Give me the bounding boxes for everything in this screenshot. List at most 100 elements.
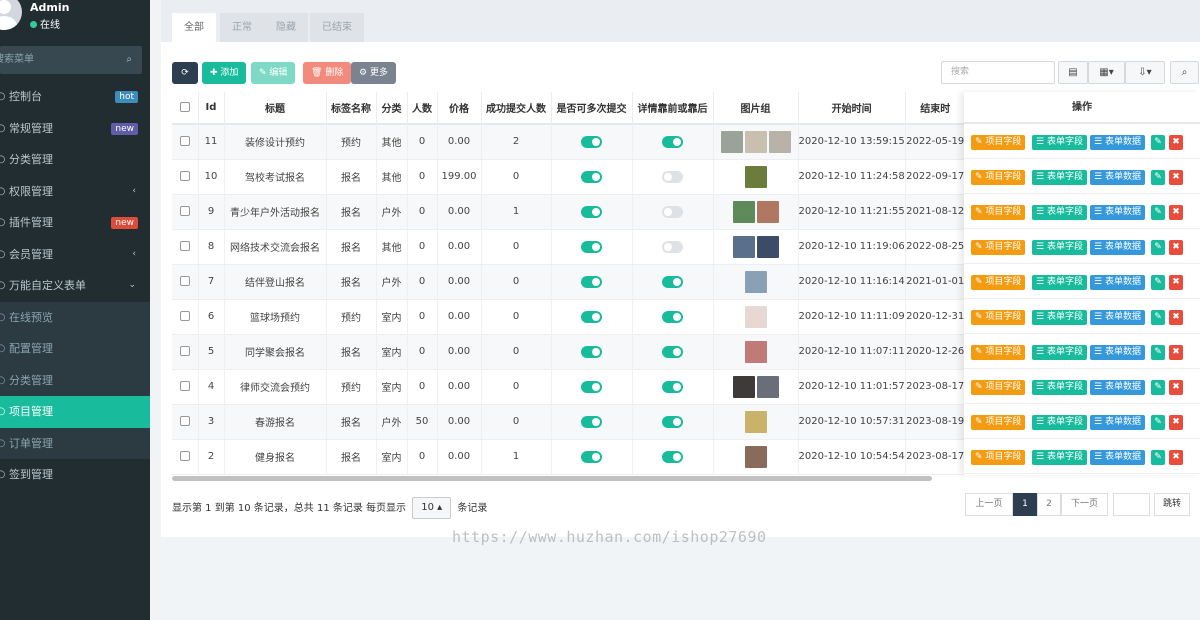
- page-1-button[interactable]: 1: [1013, 493, 1037, 516]
- row-edit-button[interactable]: ✎: [1151, 345, 1165, 360]
- cell-multi[interactable]: [551, 124, 633, 160]
- checkbox[interactable]: [179, 171, 190, 181]
- sidebar-item-10[interactable]: ○ 项目管理: [0, 396, 150, 428]
- image-thumbnail[interactable]: [732, 375, 755, 398]
- column-header[interactable]: 标题: [224, 92, 327, 125]
- form-fields-button[interactable]: ☰ 表单字段: [1032, 240, 1087, 255]
- multi-submit-toggle[interactable]: [581, 450, 602, 463]
- sidebar-item-9[interactable]: ○ 分类管理: [0, 364, 150, 396]
- row-edit-button[interactable]: ✎: [1151, 310, 1165, 325]
- next-page-button[interactable]: 下一页: [1061, 493, 1108, 516]
- column-header[interactable]: 结束时: [905, 92, 966, 125]
- sidebar-item-6[interactable]: ○ 万能自定义表单 ⌄: [0, 270, 150, 302]
- multi-submit-toggle[interactable]: [581, 345, 602, 358]
- select-all-checkbox[interactable]: [172, 92, 199, 125]
- row-checkbox-cell[interactable]: [172, 264, 199, 300]
- row-delete-button[interactable]: ✖: [1169, 170, 1183, 185]
- export-button[interactable]: ⇩▾: [1125, 61, 1165, 84]
- checkbox[interactable]: [179, 102, 190, 112]
- row-edit-button[interactable]: ✎: [1151, 135, 1165, 150]
- multi-submit-toggle[interactable]: [581, 310, 602, 323]
- search-icon[interactable]: ⌕: [126, 46, 132, 74]
- row-delete-button[interactable]: ✖: [1169, 450, 1183, 465]
- horizontal-scrollbar[interactable]: [172, 476, 932, 481]
- checkbox[interactable]: [179, 241, 190, 251]
- form-data-button[interactable]: ☰ 表单数据: [1090, 310, 1145, 325]
- cell-multi[interactable]: [551, 229, 633, 265]
- cell-multi[interactable]: [551, 264, 633, 300]
- cell-multi[interactable]: [551, 334, 633, 370]
- image-thumbnail[interactable]: [768, 130, 791, 153]
- table-row[interactable]: 8 网络技术交流会报名 报名 其他 0 0.00 0 2020-12-10 11:19:06 2…: [172, 229, 967, 265]
- toggle-view-button[interactable]: ▤: [1058, 61, 1088, 84]
- cell-front[interactable]: [632, 229, 714, 265]
- form-data-button[interactable]: ☰ 表单数据: [1090, 415, 1145, 430]
- multi-submit-toggle[interactable]: [581, 240, 602, 253]
- image-thumbnail[interactable]: [744, 165, 767, 188]
- row-edit-button[interactable]: ✎: [1151, 275, 1165, 290]
- cell-multi[interactable]: [551, 194, 633, 230]
- column-header[interactable]: 开始时间: [798, 92, 906, 125]
- detail-position-toggle[interactable]: [662, 345, 683, 358]
- checkbox[interactable]: [179, 311, 190, 321]
- row-delete-button[interactable]: ✖: [1169, 345, 1183, 360]
- checkbox[interactable]: [179, 136, 190, 147]
- checkbox[interactable]: [179, 381, 190, 391]
- detail-position-toggle[interactable]: [662, 205, 683, 218]
- table-row[interactable]: 2 健身报名 报名 室内 0 0.00 1 2020-12-10 10:54:54 2023-0…: [172, 439, 967, 475]
- table-row[interactable]: 4 律师交流会预约 预约 室内 0 0.00 0 2020-12-10 11:01:57 202…: [172, 369, 967, 405]
- multi-submit-toggle[interactable]: [581, 170, 602, 183]
- column-header[interactable]: 详情靠前或靠后: [632, 92, 714, 125]
- tab-all[interactable]: 全部: [172, 13, 216, 42]
- cell-multi[interactable]: [551, 404, 633, 440]
- tab-normal[interactable]: 正常: [220, 13, 264, 42]
- column-header[interactable]: Id: [198, 92, 225, 125]
- form-data-button[interactable]: ☰ 表单数据: [1090, 345, 1145, 360]
- checkbox[interactable]: [179, 206, 190, 216]
- form-data-button[interactable]: ☰ 表单数据: [1090, 450, 1145, 465]
- column-header[interactable]: 人数: [407, 92, 438, 125]
- column-header[interactable]: 是否可多次提交: [551, 92, 633, 125]
- tab-hidden[interactable]: 隐藏: [264, 13, 308, 42]
- project-fields-button[interactable]: ✎ 项目字段: [971, 310, 1026, 325]
- column-header[interactable]: 成功提交人数: [481, 92, 552, 125]
- sidebar-item-2[interactable]: ○ 分类管理: [0, 144, 150, 176]
- cell-front[interactable]: [632, 299, 714, 335]
- cell-front[interactable]: [632, 159, 714, 195]
- checkbox[interactable]: [179, 451, 190, 461]
- column-header[interactable]: 价格: [437, 92, 482, 125]
- table-row[interactable]: 11 装修设计预约 预约 其他 0 0.00 2 2020-12-10 13:59:15 202…: [172, 124, 967, 160]
- form-data-button[interactable]: ☰ 表单数据: [1090, 240, 1145, 255]
- row-checkbox-cell[interactable]: [172, 334, 199, 370]
- cell-multi[interactable]: [551, 299, 633, 335]
- cell-front[interactable]: [632, 404, 714, 440]
- table-row[interactable]: 9 青少年户外活动报名 报名 户外 0 0.00 1 2020-12-10 11:21:55 2…: [172, 194, 967, 230]
- cell-front[interactable]: [632, 194, 714, 230]
- project-fields-button[interactable]: ✎ 项目字段: [971, 205, 1026, 220]
- image-thumbnail[interactable]: [732, 235, 755, 258]
- sidebar-item-7[interactable]: ○ 在线预览: [0, 301, 150, 333]
- multi-submit-toggle[interactable]: [581, 135, 602, 148]
- tab-ended[interactable]: 已结束: [310, 13, 364, 42]
- sidebar-item-0[interactable]: ○ 控制台 hot: [0, 81, 150, 113]
- row-checkbox-cell[interactable]: [172, 229, 199, 265]
- cell-front[interactable]: [632, 439, 714, 475]
- prev-page-button[interactable]: 上一页: [965, 493, 1013, 516]
- cell-multi[interactable]: [551, 369, 633, 405]
- detail-position-toggle[interactable]: [662, 450, 683, 463]
- detail-position-toggle[interactable]: [662, 275, 683, 288]
- project-fields-button[interactable]: ✎ 项目字段: [971, 240, 1026, 255]
- row-delete-button[interactable]: ✖: [1169, 135, 1183, 150]
- image-thumbnail[interactable]: [744, 445, 767, 468]
- form-fields-button[interactable]: ☰ 表单字段: [1032, 205, 1087, 220]
- row-checkbox-cell[interactable]: [172, 369, 199, 405]
- page-size-select[interactable]: 10 ▴: [412, 497, 452, 519]
- sidebar-item-4[interactable]: ○ 插件管理 new: [0, 207, 150, 239]
- image-thumbnail[interactable]: [744, 410, 767, 433]
- form-fields-button[interactable]: ☰ 表单字段: [1032, 310, 1087, 325]
- form-fields-button[interactable]: ☰ 表单字段: [1032, 415, 1087, 430]
- checkbox[interactable]: [179, 276, 190, 286]
- column-header[interactable]: 图片组: [713, 92, 799, 125]
- form-data-button[interactable]: ☰ 表单数据: [1090, 170, 1145, 185]
- sidebar-item-5[interactable]: ○ 会员管理 ‹: [0, 239, 150, 271]
